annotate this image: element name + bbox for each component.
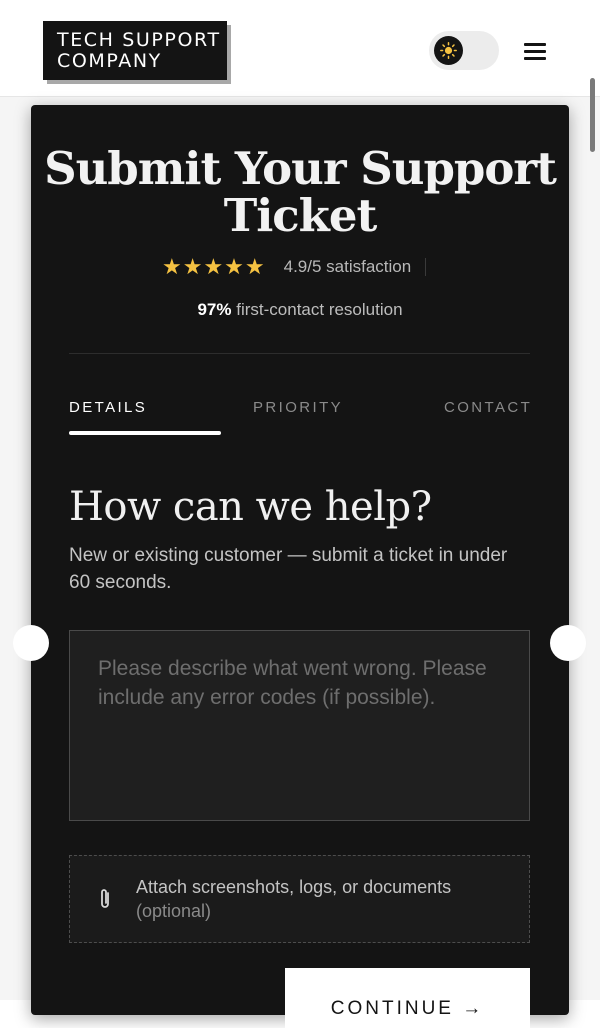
- star-rating-icons: ★★★★★: [162, 254, 266, 279]
- attach-files-dropzone[interactable]: Attach screenshots, logs, or documents (…: [69, 855, 530, 943]
- paperclip-icon: [101, 889, 109, 908]
- ticket-card: Submit Your Support Ticket ★★★★★ 4.9/5 s…: [31, 105, 569, 1028]
- resolution-value: 97%: [197, 300, 232, 319]
- rating-row: ★★★★★ 4.9/5 satisfaction: [162, 254, 427, 279]
- form-heading: How can we help?: [69, 484, 432, 530]
- logo-line-1: TECH SUPPORT: [57, 29, 221, 51]
- continue-button[interactable]: CONTINUE →: [285, 968, 530, 1028]
- page-title: Submit Your Support Ticket: [44, 142, 557, 242]
- form-subheading: New or existing customer — submit a tick…: [69, 545, 508, 593]
- attach-optional-label: (optional): [136, 901, 212, 921]
- card-notch-right: [550, 625, 586, 661]
- sun-icon: [440, 42, 457, 59]
- rating-text: 4.9/5 satisfaction: [283, 257, 412, 276]
- attach-label: Attach screenshots, logs, or documents: [136, 877, 452, 897]
- card-notch-left: [13, 625, 49, 661]
- attach-label-group: Attach screenshots, logs, or documents (…: [136, 875, 506, 923]
- resolution-stat: 97% first-contact resolution: [31, 300, 569, 320]
- hamburger-menu-icon[interactable]: [524, 43, 546, 61]
- theme-toggle[interactable]: [429, 31, 499, 70]
- theme-toggle-knob: [434, 36, 463, 65]
- top-bar: TECH SUPPORT COMPANY: [0, 0, 600, 97]
- tab-contact[interactable]: CONTACT: [444, 399, 532, 416]
- divider: [69, 353, 530, 354]
- rating-separator: [425, 258, 427, 276]
- tab-priority[interactable]: PRIORITY: [253, 399, 343, 416]
- issue-description-input[interactable]: [69, 630, 530, 821]
- active-tab-indicator: [69, 431, 221, 435]
- company-logo[interactable]: TECH SUPPORT COMPANY: [43, 21, 227, 80]
- tab-details[interactable]: DETAILS: [69, 399, 147, 416]
- scrollbar-thumb[interactable]: [590, 78, 595, 152]
- logo-line-2: COMPANY: [57, 50, 162, 72]
- resolution-text: first-contact resolution: [236, 300, 403, 319]
